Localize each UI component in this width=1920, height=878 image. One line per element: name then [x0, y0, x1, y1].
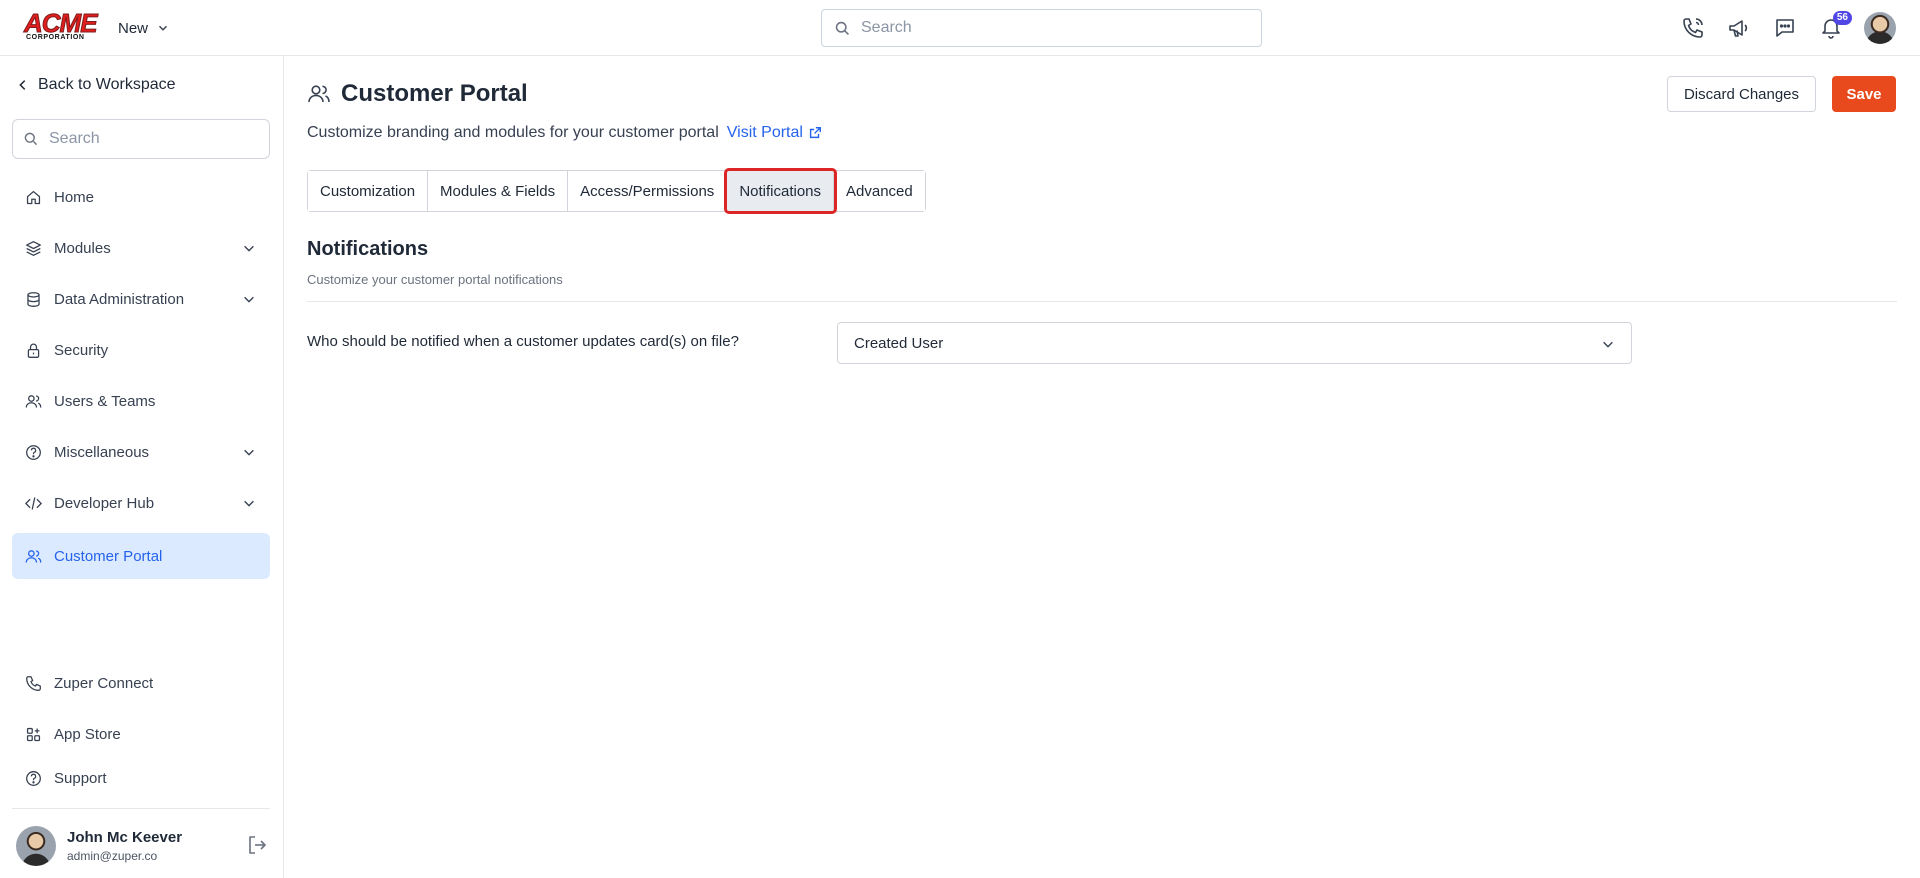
layers-icon: [26, 240, 41, 256]
megaphone-icon[interactable]: [1726, 15, 1752, 41]
sidebar-item-developer-hub[interactable]: Developer Hub: [12, 480, 270, 526]
sidebar-item-app-store[interactable]: App Store: [12, 711, 270, 757]
sidebar-search-input[interactable]: [49, 130, 249, 148]
page-title: Customer Portal: [307, 80, 528, 108]
discard-changes-button[interactable]: Discard Changes: [1667, 76, 1816, 112]
back-label: Back to Workspace: [38, 76, 176, 93]
users-icon: [25, 394, 42, 408]
sidebar-item-label: Customer Portal: [54, 547, 163, 565]
search-icon: [24, 132, 38, 146]
new-button[interactable]: New: [118, 16, 170, 40]
section-subtitle: Customize your customer portal notificat…: [307, 272, 563, 287]
search-icon: [835, 21, 849, 35]
tab-modules-fields[interactable]: Modules & Fields: [428, 171, 569, 211]
sidebar-item-label: Developer Hub: [54, 494, 155, 512]
sidebar-item-security[interactable]: Security: [12, 327, 270, 373]
logout-icon[interactable]: [246, 834, 268, 856]
help-circle-icon: [26, 444, 41, 460]
tab-access-permissions[interactable]: Access/Permissions: [568, 171, 728, 211]
sidebar-item-label: Zuper Connect: [54, 674, 154, 692]
notification-badge: 56: [1832, 11, 1852, 25]
tab-bar: Customization Modules & Fields Access/Pe…: [307, 168, 926, 214]
sidebar: Back to Workspace Home Modules Data Admi…: [0, 56, 284, 878]
app-grid-icon: [26, 727, 41, 741]
page-title-text: Customer Portal: [341, 80, 528, 107]
main-content: Customer Portal Customize branding and m…: [284, 56, 1920, 878]
notify-recipient-value: Created User: [854, 334, 944, 352]
sidebar-item-users-teams[interactable]: Users & Teams: [12, 378, 270, 424]
sidebar-item-support[interactable]: Support: [12, 755, 270, 801]
visit-portal-link[interactable]: Visit Portal: [727, 124, 822, 142]
chevron-down-icon: [159, 25, 168, 31]
sidebar-item-home[interactable]: Home: [12, 174, 270, 220]
sidebar-item-zuper-connect[interactable]: Zuper Connect: [12, 660, 270, 706]
chevron-left-icon: [19, 80, 26, 90]
sidebar-item-label: Miscellaneous: [54, 443, 150, 461]
acme-logo[interactable]: ACME CORPORATION: [24, 8, 99, 42]
new-button-label: New: [118, 19, 149, 37]
phone-icon[interactable]: [1680, 15, 1706, 41]
avatar: [16, 826, 56, 866]
external-link-icon: [809, 127, 821, 139]
chevron-down-icon: [244, 296, 254, 303]
tab-customization[interactable]: Customization: [308, 171, 429, 211]
sidebar-item-label: Data Administration: [54, 290, 185, 308]
sidebar-search[interactable]: [12, 119, 270, 159]
users-icon: [25, 549, 42, 563]
page-subtitle-text: Customize branding and modules for your …: [307, 124, 719, 141]
sidebar-item-label: Modules: [54, 239, 111, 257]
database-icon: [27, 291, 40, 307]
code-icon: [25, 496, 42, 510]
global-search[interactable]: [821, 9, 1262, 47]
chat-icon[interactable]: [1772, 15, 1798, 41]
notify-recipient-select[interactable]: Created User: [837, 322, 1632, 364]
page-subtitle: Customize branding and modules for your …: [307, 124, 822, 142]
bell-icon[interactable]: 56: [1818, 11, 1852, 41]
top-bar: ACME CORPORATION New 56: [0, 0, 1920, 56]
user-name: John Mc Keever: [67, 829, 183, 846]
user-avatar[interactable]: [1864, 12, 1896, 44]
visit-portal-label: Visit Portal: [726, 124, 803, 141]
sidebar-item-label: Home: [54, 188, 95, 206]
section-divider: [307, 301, 1897, 302]
sidebar-divider: [12, 808, 270, 809]
sidebar-item-customer-portal[interactable]: Customer Portal: [12, 533, 270, 579]
users-icon: [308, 85, 330, 103]
chevron-down-icon: [1603, 341, 1613, 348]
sidebar-item-label: Security: [54, 341, 109, 359]
section-title: Notifications: [307, 238, 429, 260]
phone-icon: [26, 675, 41, 691]
sidebar-item-label: Users & Teams: [54, 392, 156, 410]
save-button[interactable]: Save: [1832, 76, 1896, 112]
user-profile[interactable]: John Mc Keever admin@zuper.co: [16, 824, 274, 868]
tab-notifications[interactable]: Notifications: [724, 168, 838, 214]
sidebar-item-miscellaneous[interactable]: Miscellaneous: [12, 429, 270, 475]
back-to-workspace-link[interactable]: Back to Workspace: [16, 76, 176, 94]
sidebar-item-label: App Store: [54, 725, 121, 743]
chevron-down-icon: [244, 500, 254, 507]
top-icons: 56: [1680, 11, 1896, 44]
user-email: admin@zuper.co: [67, 849, 158, 863]
chevron-down-icon: [244, 449, 254, 456]
sidebar-item-modules[interactable]: Modules: [12, 225, 270, 271]
sidebar-item-label: Support: [54, 769, 107, 787]
global-search-input[interactable]: [861, 19, 1221, 37]
lock-icon: [27, 343, 40, 358]
tab-advanced[interactable]: Advanced: [834, 171, 925, 211]
help-circle-icon: [26, 770, 41, 786]
chevron-down-icon: [244, 245, 254, 252]
sidebar-item-data-administration[interactable]: Data Administration: [12, 276, 270, 322]
notify-question-label: Who should be notified when a customer u…: [307, 333, 739, 350]
logo-text: ACME: [24, 8, 99, 38]
home-icon: [26, 190, 41, 204]
